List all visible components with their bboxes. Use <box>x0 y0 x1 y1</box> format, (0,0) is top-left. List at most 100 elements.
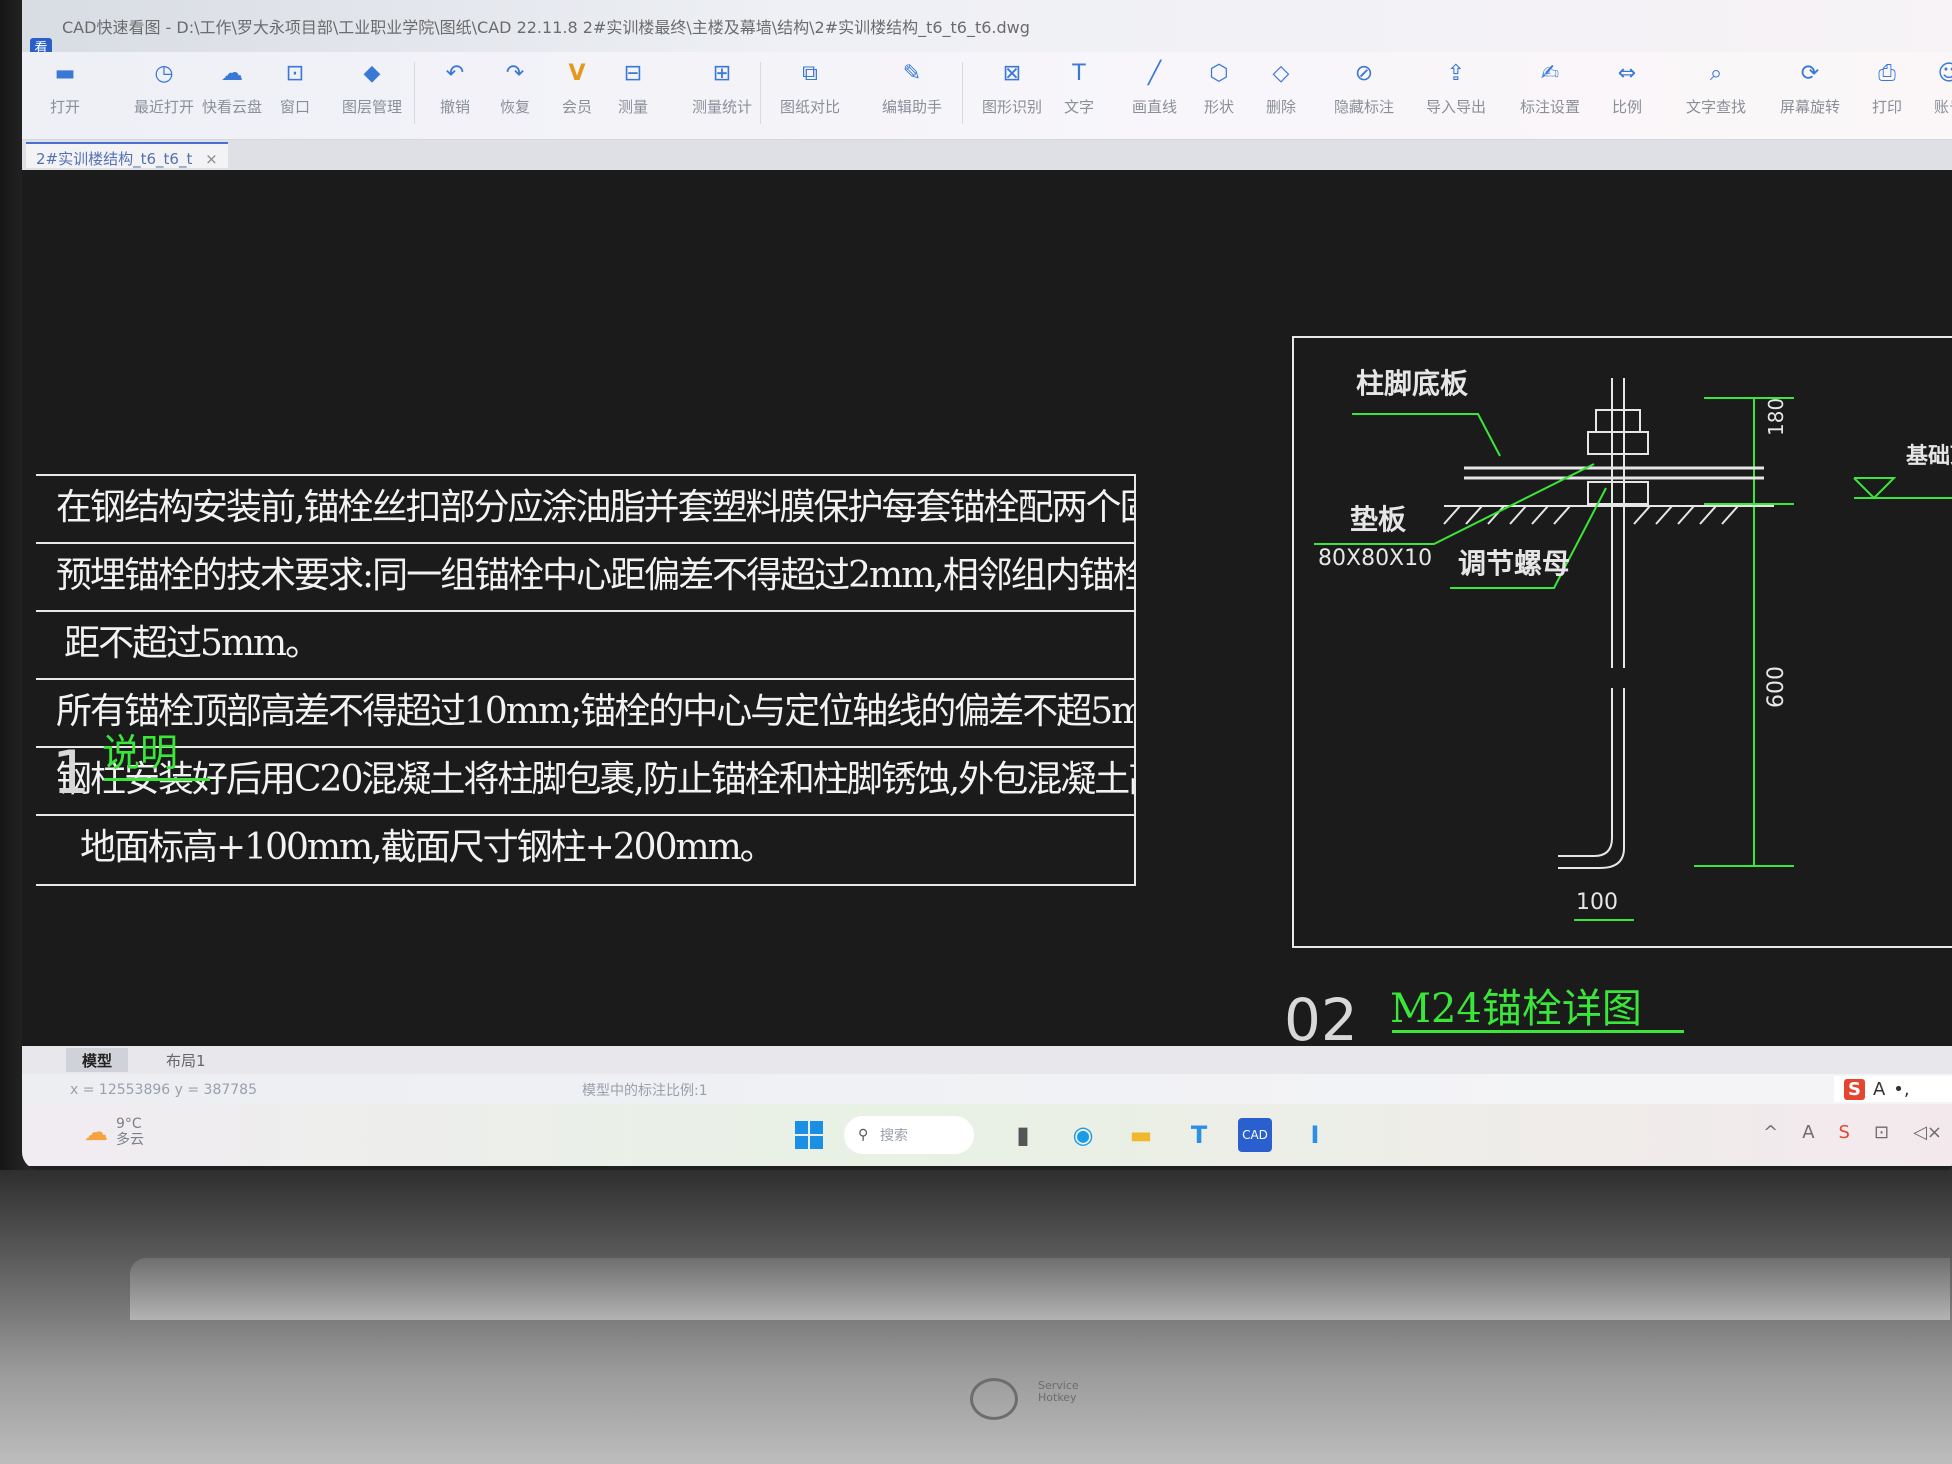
notes-table: 在钢结构安装前,锚栓丝扣部分应涂油脂并套塑料膜保护每套锚栓配两个固定螺帽。 预埋… <box>36 474 1136 886</box>
tool-text-button[interactable]: T 文字 <box>1064 58 1094 117</box>
weather-temp: 9°C <box>116 1116 142 1132</box>
ruler-icon: ⊟ <box>623 60 643 86</box>
measure-stats-icon: ⊞ <box>712 60 732 86</box>
punctuation-icon[interactable]: •, <box>1893 1079 1909 1100</box>
tool-label: 恢复 <box>500 98 531 116</box>
annotation-settings-icon: ✍ <box>1540 60 1560 86</box>
folder-icon: ▬ <box>54 60 76 86</box>
tool-undo-button[interactable]: ↶ 撤销 <box>440 58 470 117</box>
tool-user-button[interactable]: ☺ 账号 <box>1934 58 1952 117</box>
document-tab-bar: 2#实训楼结构_t6_t6_t × <box>22 140 1952 170</box>
tool-layers-button[interactable]: ◆ 图层管理 <box>342 58 402 117</box>
text-app-icon[interactable]: T <box>1182 1118 1216 1152</box>
search-icon: ⚲ <box>858 1127 869 1143</box>
tool-line-button[interactable]: ╱ 画直线 <box>1132 58 1177 117</box>
tool-window-button[interactable]: ⊡ 窗口 <box>280 58 310 117</box>
tool-label: 比例 <box>1612 98 1643 116</box>
tool-rotate-screen-button[interactable]: ⟳ 屏幕旋转 <box>1780 58 1840 117</box>
volume-mute-icon[interactable]: ◁× <box>1913 1122 1942 1143</box>
brand-text: Service Hotkey <box>1038 1380 1079 1404</box>
tool-annotation-settings-button[interactable]: ✍ 标注设置 <box>1520 58 1580 117</box>
input-tool-icon[interactable]: I <box>1298 1118 1332 1152</box>
anchor-bolt-detail-frame: 柱脚底板 垫板 80X80X10 调节螺母 基础顶 180 600 100 <box>1292 336 1952 948</box>
toolbar-separator <box>962 62 963 124</box>
edge-browser-icon[interactable]: ◉ <box>1066 1118 1100 1152</box>
tab-model[interactable]: 模型 <box>66 1048 129 1072</box>
foundation-top-label: 基础顶 <box>1906 444 1952 469</box>
tool-text-search-button[interactable]: ⌕ 文字查找 <box>1686 58 1746 117</box>
sogou-ime-icon[interactable]: S <box>1844 1078 1865 1100</box>
edit-assistant-icon: ✎ <box>902 60 922 86</box>
tool-measure-stats-button[interactable]: ⊞ 测量统计 <box>692 58 752 117</box>
brand-line-2: Hotkey <box>1038 1391 1077 1404</box>
tool-print-button[interactable]: ⎙ 打印 <box>1872 58 1902 117</box>
tool-scale-button[interactable]: ⇔ 比例 <box>1612 58 1642 117</box>
tab-layout1[interactable]: 布局1 <box>150 1048 222 1072</box>
sogou-tray-icon[interactable]: S <box>1839 1122 1850 1143</box>
tool-ruler-button[interactable]: ⊟ 测量 <box>618 58 648 117</box>
tool-label: 打印 <box>1872 98 1903 116</box>
tool-import-export-button[interactable]: ⇪ 导入导出 <box>1426 58 1486 117</box>
tool-label: 最近打开 <box>134 98 195 116</box>
tool-label: 窗口 <box>280 98 311 116</box>
base-plate-label: 柱脚底板 <box>1356 367 1469 400</box>
dimension-600: 600 <box>1764 666 1789 708</box>
system-tray: ^ A S ⊡ ◁× <box>1763 1122 1942 1143</box>
tool-label: 形状 <box>1204 98 1235 116</box>
weather-widget[interactable]: ☁ 9°C 多云 <box>84 1116 144 1148</box>
note-row: 距不超过5mm。 <box>36 612 1134 680</box>
text-icon: T <box>1072 60 1086 86</box>
detail-title-underline <box>1392 1030 1684 1033</box>
shape-icon: ⬡ <box>1209 60 1229 86</box>
tool-label: 编辑助手 <box>882 98 943 116</box>
tool-label: 图层管理 <box>342 98 403 116</box>
chevron-up-icon[interactable]: ^ <box>1763 1122 1778 1143</box>
tool-eraser-button[interactable]: ◇ 删除 <box>1266 58 1296 117</box>
laptop-hinge <box>130 1258 1950 1320</box>
notes-number: 1 <box>52 738 91 808</box>
adjust-nut-label: 调节螺母 <box>1458 547 1571 580</box>
tool-edit-assistant-button[interactable]: ✎ 编辑助手 <box>882 58 942 117</box>
toolbar-separator <box>414 62 415 124</box>
tool-label: 账号 <box>1934 98 1952 116</box>
close-icon[interactable]: × <box>205 150 218 168</box>
tool-cloud-button[interactable]: ☁ 快看云盘 <box>202 58 262 117</box>
tool-vip-button[interactable]: V 会员 <box>562 58 592 117</box>
compare-icon: ⧉ <box>802 60 818 86</box>
eraser-icon: ◇ <box>1272 60 1290 86</box>
file-explorer-icon[interactable]: ▬ <box>1124 1118 1158 1152</box>
cad-app-icon[interactable]: CAD <box>1238 1118 1272 1152</box>
ime-mode[interactable]: A <box>1873 1079 1885 1100</box>
network-icon[interactable]: ⊡ <box>1874 1122 1889 1143</box>
user-icon: ☺ <box>1937 60 1952 86</box>
tool-compare-button[interactable]: ⧉ 图纸对比 <box>780 58 840 117</box>
tool-label: 图纸对比 <box>780 98 841 116</box>
layers-icon: ◆ <box>363 60 381 86</box>
tool-redo-button[interactable]: ↷ 恢复 <box>500 58 530 117</box>
layout-tab-bar: 模型 布局1 <box>22 1046 1952 1074</box>
tool-label: 撤销 <box>440 98 471 116</box>
undo-icon: ↶ <box>445 60 465 86</box>
pen-icon[interactable]: A <box>1802 1122 1814 1143</box>
tool-shape-button[interactable]: ⬡ 形状 <box>1204 58 1234 117</box>
taskbar-search[interactable]: ⚲ 搜索 <box>844 1116 974 1154</box>
tool-shape-recognize-button[interactable]: ⊠ 图形识别 <box>982 58 1042 117</box>
screen: CAD快速看图 - D:\工作\罗大永项目部\工业职业学院\图纸\CAD 22.… <box>22 0 1952 1170</box>
annotation-scale: 模型中的标注比例:1 <box>582 1083 708 1099</box>
redo-icon: ↷ <box>505 60 525 86</box>
task-view-icon[interactable]: ▮ <box>1006 1118 1040 1152</box>
tool-clock-button[interactable]: ◷ 最近打开 <box>134 58 194 117</box>
ime-toolbar[interactable]: S A •, <box>1834 1076 1952 1102</box>
note-row: 预埋锚栓的技术要求:同一组锚栓中心距偏差不得超过2mm,相邻组内锚栓中心 <box>36 544 1134 612</box>
status-bar: x = 12553896 y = 387785 模型中的标注比例:1 S A •… <box>22 1074 1952 1104</box>
window-title: CAD快速看图 - D:\工作\罗大永项目部\工业职业学院\图纸\CAD 22.… <box>62 18 1030 37</box>
photo-scene: CAD快速看图 - D:\工作\罗大永项目部\工业职业学院\图纸\CAD 22.… <box>0 0 1952 1464</box>
document-tab[interactable]: 2#实训楼结构_t6_t6_t × <box>26 142 228 168</box>
hide-annotation-icon: ⊘ <box>1354 60 1374 86</box>
weather-desc: 多云 <box>116 1132 144 1148</box>
clock-icon: ◷ <box>154 60 174 86</box>
tool-folder-button[interactable]: ▬ 打开 <box>50 58 80 117</box>
windows-start-icon[interactable] <box>792 1118 826 1152</box>
tool-hide-annotation-button[interactable]: ⊘ 隐藏标注 <box>1334 58 1394 117</box>
tool-label: 图形识别 <box>982 98 1043 116</box>
